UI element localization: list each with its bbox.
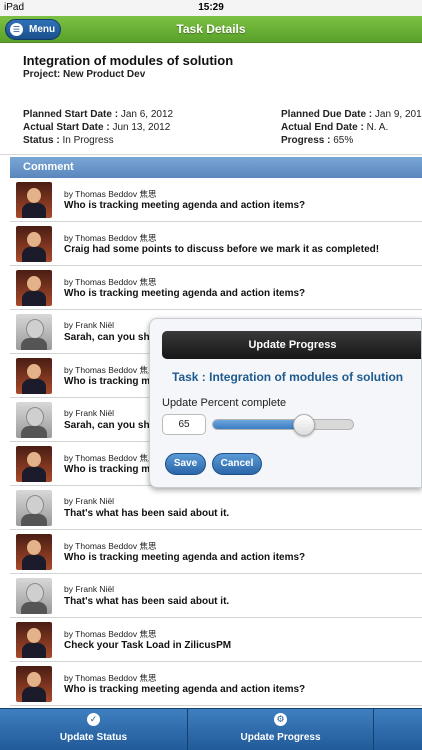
comment-author: by Thomas Beddov 焦思 (64, 629, 157, 639)
comment-text: Sarah, can you sh (64, 420, 150, 431)
progress-slider[interactable] (212, 414, 354, 436)
comment-text: Who is tracking m (64, 464, 151, 475)
comment-item[interactable]: by Thomas Beddov 焦思 Who is tracking meet… (10, 662, 422, 706)
cancel-button[interactable]: Cancel (212, 453, 262, 475)
actual-end-date: Actual End Date : N. A. (281, 122, 388, 133)
comment-author: by Thomas Beddov 焦思 (64, 673, 157, 683)
page-title: Task Details (176, 22, 246, 36)
comment-text: That's what has been said about it. (64, 508, 230, 519)
comment-item[interactable]: by Frank Niël That's what has been said … (10, 574, 422, 618)
comment-author: by Frank Niël (64, 320, 115, 330)
task-progress: Progress : 65% (281, 135, 353, 146)
comment-author: by Frank Niël (64, 408, 115, 418)
comment-text: Check your Task Load in ZilicusPM (64, 640, 232, 651)
progress-value: 65% (333, 135, 354, 146)
avatar (16, 402, 52, 438)
comment-text: Who is tracking meeting agenda and actio… (64, 288, 306, 299)
planned-due-date: Planned Due Date : Jan 9, 201 (281, 109, 422, 120)
actual-start-value: Jun 13, 2012 (112, 122, 171, 133)
avatar (16, 534, 52, 570)
task-status: Status : In Progress (23, 135, 114, 146)
project-name: Project: New Product Dev (23, 69, 146, 80)
dialog-title: Update Progress (162, 331, 421, 359)
avatar (16, 182, 52, 218)
status-label: Status : (23, 135, 60, 146)
planned-start-label: Planned Start Date : (23, 109, 119, 120)
comment-text: Who is tracking m (64, 376, 151, 387)
clock: 15:29 (198, 2, 224, 13)
dialog-task-name: Task : Integration of modules of solutio… (172, 370, 404, 384)
status-bar: iPad 15:29 (0, 0, 422, 16)
bottom-tab-bar: ✓ Update Status ⚙ Update Progress (0, 708, 422, 750)
avatar (16, 314, 52, 350)
avatar (16, 622, 52, 658)
avatar (16, 358, 52, 394)
comment-item[interactable]: by Thomas Beddov 焦思 Check your Task Load… (10, 618, 422, 662)
avatar (16, 666, 52, 702)
save-button[interactable]: Save (165, 453, 206, 475)
percent-complete-label: Update Percent complete (162, 397, 287, 409)
comment-author: by Frank Niël (64, 584, 115, 594)
slider-thumb[interactable] (293, 414, 315, 436)
comment-text: Who is tracking meeting agenda and actio… (64, 200, 306, 211)
task-title: Integration of modules of solution (23, 53, 234, 68)
planned-due-value: Jan 9, 201 (374, 109, 422, 120)
avatar (16, 270, 52, 306)
actual-end-label: Actual End Date : (281, 122, 364, 133)
comment-text: That's what has been said about it. (64, 596, 230, 607)
actual-start-label: Actual Start Date : (23, 122, 110, 133)
comment-author: by Thomas Beddov 焦思 (64, 189, 157, 199)
slider-fill (213, 420, 304, 429)
progress-label: Progress : (281, 135, 331, 146)
percent-input[interactable]: 65 (162, 414, 206, 435)
comment-author: by Frank Niël (64, 496, 115, 506)
update-progress-dialog: Update Progress Task : Integration of mo… (149, 318, 422, 488)
planned-start-date: Planned Start Date : Jan 6, 2012 (23, 109, 173, 120)
check-icon: ✓ (87, 713, 100, 726)
comment-item[interactable]: by Frank Niël That's what has been said … (10, 486, 422, 530)
update-progress-tab[interactable]: ⚙ Update Progress (188, 709, 374, 750)
comment-item[interactable]: by Thomas Beddov 焦思 Who is tracking meet… (10, 178, 422, 222)
planned-start-value: Jan 6, 2012 (120, 109, 174, 120)
comment-author: by Thomas Beddov 焦思 (64, 541, 157, 551)
comment-item[interactable]: by Thomas Beddov 焦思 Craig had some point… (10, 222, 422, 266)
comment-text: Who is tracking meeting agenda and actio… (64, 684, 306, 695)
update-status-label: Update Status (59, 732, 128, 743)
avatar (16, 446, 52, 482)
actual-end-value: N. A. (366, 122, 389, 133)
comment-text: Who is tracking meeting agenda and actio… (64, 552, 306, 563)
planned-due-label: Planned Due Date : (281, 109, 373, 120)
comment-item[interactable]: by Thomas Beddov 焦思 Who is tracking meet… (10, 266, 422, 310)
comment-text: Craig had some points to discuss before … (64, 244, 380, 255)
update-progress-label: Update Progress (240, 732, 321, 743)
avatar (16, 226, 52, 262)
comment-section-header: Comment (10, 157, 422, 178)
comment-item[interactable]: by Thomas Beddov 焦思 Who is tracking meet… (10, 530, 422, 574)
avatar (16, 578, 52, 614)
status-value: In Progress (62, 135, 114, 146)
gear-icon: ⚙ (274, 713, 287, 726)
task-info-panel: Integration of modules of solution Proje… (0, 43, 422, 155)
update-status-tab[interactable]: ✓ Update Status (0, 709, 188, 750)
avatar (16, 490, 52, 526)
comment-author: by Thomas Beddov 焦思 (64, 453, 157, 463)
comment-author: by Thomas Beddov 焦思 (64, 365, 157, 375)
actual-start-date: Actual Start Date : Jun 13, 2012 (23, 122, 170, 133)
comment-author: by Thomas Beddov 焦思 (64, 233, 157, 243)
comment-text: Sarah, can you sh (64, 332, 150, 343)
more-tab[interactable] (374, 709, 422, 750)
comment-author: by Thomas Beddov 焦思 (64, 277, 157, 287)
header-bar: ☰ Menu Task Details (0, 16, 422, 43)
